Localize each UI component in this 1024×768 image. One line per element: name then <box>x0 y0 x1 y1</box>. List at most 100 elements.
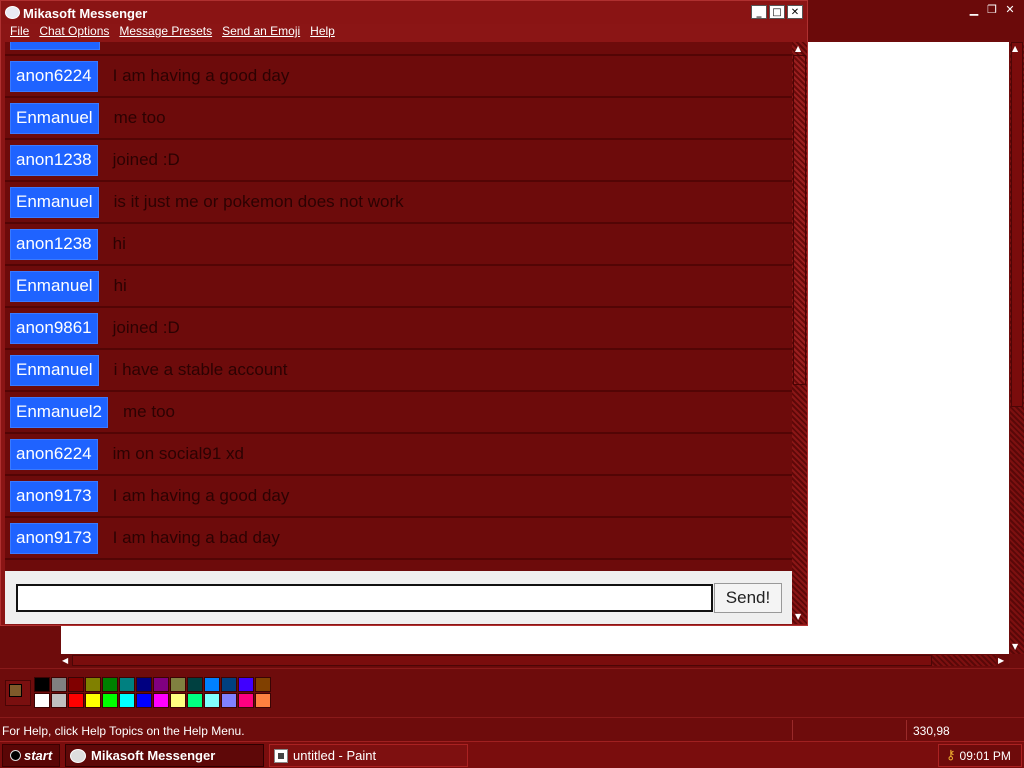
start-logo-icon <box>10 750 21 761</box>
menu-message-presets[interactable]: Message Presets <box>119 24 212 42</box>
message-text: joined :D <box>112 150 180 169</box>
color-swatch[interactable] <box>170 693 186 708</box>
send-button[interactable]: Send! <box>714 583 782 613</box>
messenger-window: Mikasoft Messenger _ □ ✕ File Chat Optio… <box>0 0 808 626</box>
color-swatch[interactable] <box>85 693 101 708</box>
username-badge[interactable]: anon1238 <box>10 228 98 260</box>
start-label: start <box>24 748 53 763</box>
color-swatch[interactable] <box>119 677 135 692</box>
color-swatch[interactable] <box>170 677 186 692</box>
paint-horizontal-scroll-thumb[interactable] <box>72 655 932 666</box>
taskbar-item-paint[interactable]: untitled - Paint <box>269 744 468 767</box>
username-badge[interactable]: anon9173 <box>10 522 98 554</box>
menu-help[interactable]: Help <box>310 24 335 42</box>
color-swatch[interactable] <box>238 693 254 708</box>
paint-scroll-left-icon[interactable]: ◀ <box>62 656 68 665</box>
status-divider <box>906 720 907 740</box>
paint-scroll-up-icon[interactable]: ▲ <box>1012 44 1018 53</box>
chat-message-partial <box>5 42 792 56</box>
color-swatch[interactable] <box>51 677 67 692</box>
paint-close-button[interactable]: ✕ <box>1002 2 1018 16</box>
color-swatch[interactable] <box>255 693 271 708</box>
messenger-title-bar[interactable]: Mikasoft Messenger _ □ ✕ <box>1 1 807 24</box>
foreground-color-swatch[interactable] <box>9 684 22 697</box>
message-text: me too <box>123 402 175 421</box>
compose-area: Send! <box>5 571 792 624</box>
chat-message: anon9173 I am having a bad day <box>5 518 792 560</box>
menu-file[interactable]: File <box>10 24 29 42</box>
window-title: Mikasoft Messenger <box>23 6 148 21</box>
chat-scroll-thumb[interactable] <box>793 55 806 385</box>
color-swatch[interactable] <box>221 693 237 708</box>
chat-message: Enmanuel i have a stable account <box>5 350 792 392</box>
chat-message: anon1238 hi <box>5 224 792 266</box>
taskbar-item-label: untitled - Paint <box>293 748 377 763</box>
chat-scroll-up-icon[interactable]: ▲ <box>795 44 801 53</box>
chat-message: Enmanuel hi <box>5 266 792 308</box>
color-swatch[interactable] <box>85 677 101 692</box>
taskbar-item-label: Mikasoft Messenger <box>91 748 216 763</box>
username-badge[interactable] <box>10 42 100 50</box>
chat-message: anon6224 im on social91 xd <box>5 434 792 476</box>
color-swatch[interactable] <box>68 677 84 692</box>
chat-message: Enmanuel me too <box>5 98 792 140</box>
username-badge[interactable]: Enmanuel <box>10 186 99 218</box>
color-swatch[interactable] <box>68 693 84 708</box>
paint-scroll-down-icon[interactable]: ▼ <box>1012 642 1018 651</box>
message-text: me too <box>113 108 166 127</box>
chat-scroll-down-icon[interactable]: ▼ <box>795 612 801 621</box>
menu-chat-options[interactable]: Chat Options <box>39 24 109 42</box>
color-swatch[interactable] <box>204 693 220 708</box>
message-text: hi <box>112 234 126 253</box>
color-swatch[interactable] <box>34 677 50 692</box>
color-swatch[interactable] <box>119 693 135 708</box>
start-button[interactable]: start <box>2 744 60 767</box>
color-swatch[interactable] <box>238 677 254 692</box>
paint-restore-button[interactable]: ❐ <box>984 2 1000 16</box>
chat-message: Enmanuel is it just me or pokemon does no… <box>5 182 792 224</box>
color-swatch[interactable] <box>102 693 118 708</box>
color-swatch[interactable] <box>34 693 50 708</box>
message-input[interactable] <box>16 584 713 612</box>
username-badge[interactable]: anon1238 <box>10 144 98 176</box>
username-badge[interactable]: anon6224 <box>10 60 98 92</box>
key-icon[interactable]: ⚷ <box>946 748 956 763</box>
color-swatch[interactable] <box>136 693 152 708</box>
paint-scroll-right-icon[interactable]: ▶ <box>998 656 1004 665</box>
close-button[interactable]: ✕ <box>787 5 803 19</box>
paint-vertical-scroll-thumb[interactable] <box>1011 42 1023 407</box>
username-badge[interactable]: Enmanuel <box>10 354 99 386</box>
color-swatch[interactable] <box>102 677 118 692</box>
username-badge[interactable]: anon6224 <box>10 438 98 470</box>
color-swatch[interactable] <box>153 677 169 692</box>
color-swatch[interactable] <box>255 677 271 692</box>
paint-icon <box>274 748 288 763</box>
color-swatch[interactable] <box>187 693 203 708</box>
color-swatch[interactable] <box>221 677 237 692</box>
chat-bubble-icon <box>5 6 20 19</box>
chat-bubble-icon <box>70 748 86 763</box>
taskbar-item-messenger[interactable]: Mikasoft Messenger <box>65 744 264 767</box>
paint-minimize-button[interactable]: ▁ <box>966 2 982 16</box>
color-swatch[interactable] <box>187 677 203 692</box>
username-badge[interactable]: Enmanuel2 <box>10 396 109 428</box>
chat-message: Enmanuel2 me too <box>5 392 792 434</box>
username-badge[interactable]: Enmanuel <box>10 270 99 302</box>
message-text: I am having a bad day <box>112 528 280 547</box>
color-swatch[interactable] <box>136 677 152 692</box>
color-swatch[interactable] <box>204 677 220 692</box>
minimize-button[interactable]: _ <box>751 5 767 19</box>
message-text: I am having a good day <box>112 486 290 505</box>
color-swatch[interactable] <box>153 693 169 708</box>
username-badge[interactable]: Enmanuel <box>10 102 99 134</box>
chat-log[interactable]: anon6224 I am having a good day Enmanuel me… <box>5 42 792 571</box>
message-text: hi <box>113 276 127 295</box>
menu-send-emoji[interactable]: Send an Emoji <box>222 24 300 42</box>
chat-message: anon9173 I am having a good day <box>5 476 792 518</box>
color-swatch[interactable] <box>51 693 67 708</box>
message-text: is it just me or pokemon does not work <box>113 192 404 211</box>
maximize-button[interactable]: □ <box>769 5 785 19</box>
paint-horizontal-scroll-track[interactable] <box>932 655 996 666</box>
username-badge[interactable]: anon9173 <box>10 480 98 512</box>
username-badge[interactable]: anon9861 <box>10 312 98 344</box>
